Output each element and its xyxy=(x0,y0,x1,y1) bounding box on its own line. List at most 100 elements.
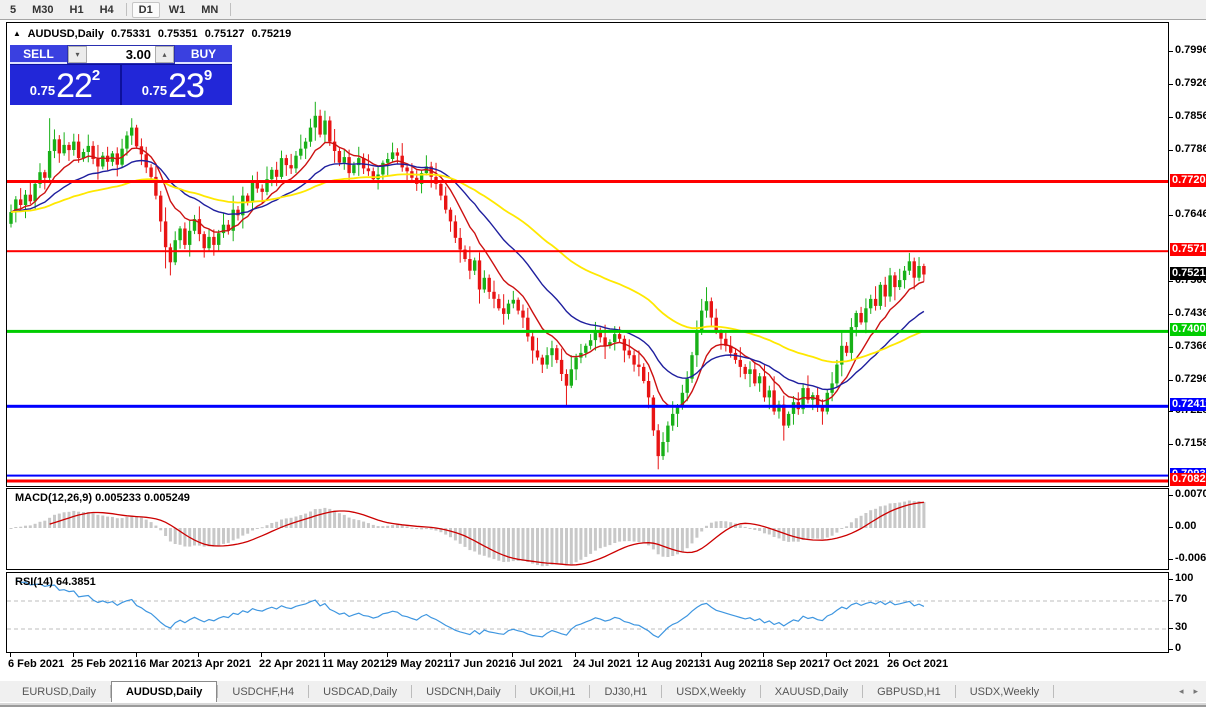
macd-histogram-bar xyxy=(598,528,602,549)
axis-tick-mark xyxy=(1169,380,1173,381)
bull-candle xyxy=(511,299,515,304)
bear-candle xyxy=(318,115,322,135)
bear-candle xyxy=(893,275,897,288)
buy-button[interactable]: BUY xyxy=(175,45,232,64)
bear-candle xyxy=(714,317,718,332)
trading-platform-window: 5 M30 H1 H4 D1 W1 MN ▲ AUDUSD,Daily 0.75331 0.… xyxy=(0,0,1206,707)
chart-tab-usdcnh-daily[interactable]: USDCNH,Daily xyxy=(412,681,515,702)
macd-histogram-bar xyxy=(149,522,153,528)
bull-candle xyxy=(767,390,771,398)
bear-candle xyxy=(202,234,206,249)
macd-histogram-bar xyxy=(854,518,858,528)
timeframe-button-5[interactable]: 5 xyxy=(3,2,23,18)
horizontal-level-line[interactable] xyxy=(7,479,1168,483)
sell-price-display[interactable]: 0.75 22 2 xyxy=(10,65,120,105)
bear-candle xyxy=(28,194,32,202)
macd-histogram-bar xyxy=(275,521,279,528)
bull-candle xyxy=(888,275,892,297)
macd-histogram-bar xyxy=(28,525,32,528)
macd-histogram-bar xyxy=(618,528,622,542)
toolbar-separator xyxy=(125,3,127,16)
horizontal-level-line[interactable] xyxy=(7,250,1168,253)
horizontal-level-line[interactable] xyxy=(7,329,1168,333)
macd-histogram-bar xyxy=(453,528,457,541)
timeframe-button-h4[interactable]: H4 xyxy=(93,2,121,18)
macd-histogram-bar xyxy=(724,521,728,528)
axis-tick-mark xyxy=(1169,84,1173,85)
chart-tab-usdchf-h4[interactable]: USDCHF,H4 xyxy=(218,681,308,702)
volume-decrease-button[interactable]: ▾ xyxy=(68,46,87,63)
tab-scroll-left-icon[interactable]: ◂ xyxy=(1179,686,1184,697)
macd-histogram-bar xyxy=(337,513,341,528)
chart-tab-gbpusd-h1[interactable]: GBPUSD,H1 xyxy=(863,681,955,702)
macd-histogram-bar xyxy=(53,514,56,528)
date-tick-mark xyxy=(575,653,576,657)
bear-candle xyxy=(656,430,660,457)
macd-histogram-bar xyxy=(458,528,462,544)
bull-candle xyxy=(72,141,76,150)
sell-price-main: 22 xyxy=(56,67,93,105)
chart-tab-xauusd-daily[interactable]: XAUUSD,Daily xyxy=(761,681,862,702)
macd-histogram-bar xyxy=(661,528,665,557)
chart-tab-dj30-h1[interactable]: DJ30,H1 xyxy=(590,681,661,702)
chart-tab-eurusd-daily[interactable]: EURUSD,Daily xyxy=(8,681,110,702)
date-tick-mark xyxy=(826,653,827,657)
rsi-indicator-panel[interactable]: RSI(14) 64.3851 xyxy=(6,572,1169,653)
date-axis[interactable]: 6 Feb 2021 25 Feb 2021 16 Mar 2021 3 Apr 20… xyxy=(6,653,1168,679)
horizontal-level-line[interactable] xyxy=(7,180,1168,183)
chart-tab-usdcad-daily[interactable]: USDCAD,Daily xyxy=(309,681,411,702)
macd-histogram-bar xyxy=(222,528,225,544)
bull-candle xyxy=(545,355,549,365)
bear-candle xyxy=(487,277,491,292)
volume-increase-button[interactable]: ▴ xyxy=(155,46,174,63)
bear-candle xyxy=(19,199,23,205)
date-axis-label: 17 Jun 2021 xyxy=(448,658,511,670)
macd-histogram-bar xyxy=(482,528,486,556)
bull-candle xyxy=(130,127,134,136)
volume-input[interactable]: 3.00 xyxy=(87,46,155,63)
timeframe-button-m30[interactable]: M30 xyxy=(25,2,60,18)
tab-separator xyxy=(1053,685,1055,698)
bear-candle xyxy=(439,183,443,196)
axis-tick-mark xyxy=(1169,495,1173,496)
macd-histogram-bar xyxy=(893,503,897,528)
macd-histogram-bar xyxy=(444,528,448,535)
buy-price-display[interactable]: 0.75 23 9 xyxy=(122,65,232,105)
chart-tab-audusd-daily[interactable]: AUDUSD,Daily xyxy=(110,681,218,702)
macd-histogram-bar xyxy=(207,528,211,547)
horizontal-level-line[interactable] xyxy=(7,474,1168,477)
price-axis[interactable]: 0.799600.792600.785600.778600.764600.750… xyxy=(1168,0,1206,707)
macd-histogram-bar xyxy=(304,513,308,528)
rsi-chart-canvas[interactable] xyxy=(7,573,1168,652)
bull-candle xyxy=(584,345,588,353)
timeframe-button-h1[interactable]: H1 xyxy=(63,2,91,18)
macd-histogram-bar xyxy=(550,528,554,565)
tab-scroll-right-icon[interactable]: ▸ xyxy=(1193,686,1198,697)
macd-histogram-bar xyxy=(690,528,694,544)
bull-candle xyxy=(878,284,883,306)
bear-candle xyxy=(395,152,400,156)
macd-histogram-bar xyxy=(246,528,250,534)
collapse-triangle-icon[interactable]: ▲ xyxy=(13,29,21,38)
macd-indicator-panel[interactable]: MACD(12,26,9) 0.005233 0.005249 xyxy=(6,488,1169,570)
timeframe-button-mn[interactable]: MN xyxy=(194,2,225,18)
bull-candle xyxy=(661,442,665,457)
macd-histogram-bar xyxy=(816,528,820,539)
buy-price-main: 23 xyxy=(168,67,205,105)
macd-histogram-bar xyxy=(251,528,254,531)
timeframe-button-w1[interactable]: W1 xyxy=(162,2,193,18)
date-axis-label: 6 Feb 2021 xyxy=(8,658,65,670)
chart-symbol-period: AUDUSD,Daily xyxy=(27,28,104,40)
chart-tab-usdx-weekly[interactable]: USDX,Weekly xyxy=(662,681,759,702)
sell-button[interactable]: SELL xyxy=(10,45,67,64)
macd-histogram-bar xyxy=(19,526,23,528)
timeframe-button-d1[interactable]: D1 xyxy=(131,1,160,18)
chart-tab-usdx-weekly[interactable]: USDX,Weekly xyxy=(956,681,1053,702)
chart-tab-ukoil-h1[interactable]: UKOil,H1 xyxy=(516,681,590,702)
macd-histogram-bar xyxy=(830,528,834,536)
axis-tick-mark xyxy=(1169,281,1173,282)
macd-histogram-bar xyxy=(106,516,110,528)
macd-histogram-bar xyxy=(347,517,351,528)
horizontal-level-line[interactable] xyxy=(7,404,1168,408)
macd-histogram-bar xyxy=(395,524,399,528)
